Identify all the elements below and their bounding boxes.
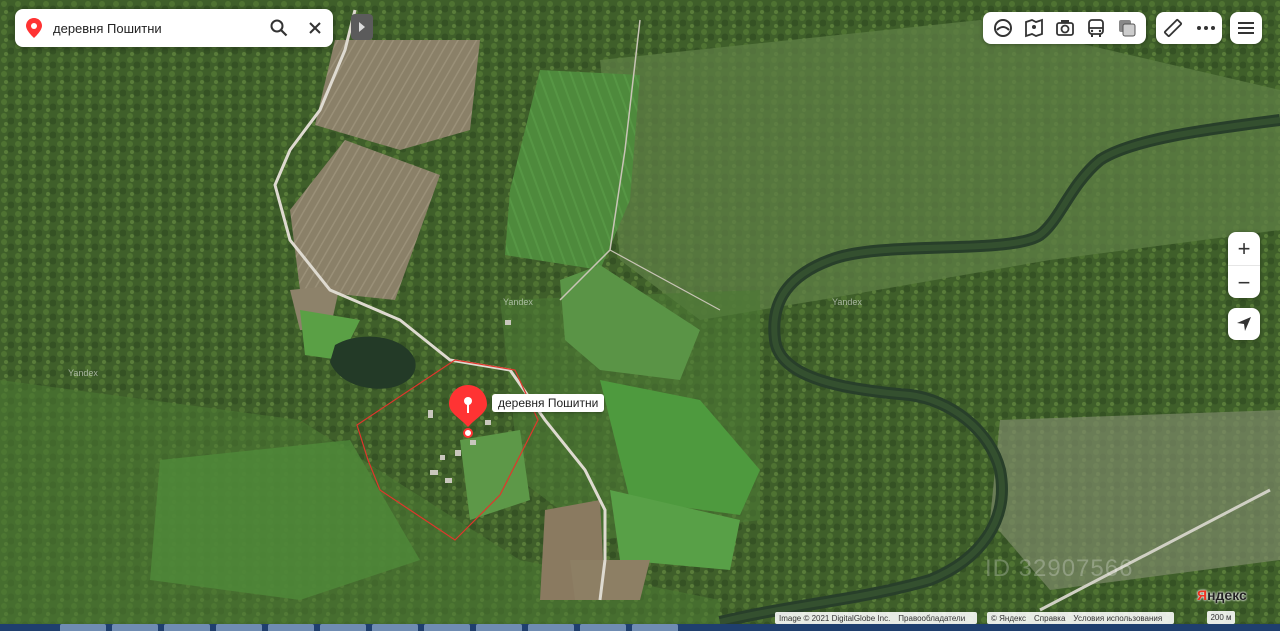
layers-button[interactable]: [990, 15, 1016, 41]
panorama-icon: [1024, 18, 1043, 38]
yandex-logo[interactable]: Яндекс: [1197, 587, 1247, 603]
taskbar-item[interactable]: [580, 624, 626, 631]
zoom-in-button[interactable]: +: [1228, 232, 1260, 265]
panorama-button[interactable]: [1021, 15, 1047, 41]
more-icon: [1196, 26, 1215, 30]
ruler-icon: [1163, 19, 1182, 37]
main-menu-button[interactable]: [1230, 12, 1262, 44]
traffic-button[interactable]: [1114, 15, 1140, 41]
taskbar-item[interactable]: [476, 624, 522, 631]
rights-holders-link[interactable]: Правообладатели: [898, 614, 965, 623]
map-watermark: Yandex: [68, 368, 98, 378]
search-input[interactable]: деревня Пошитни: [53, 21, 261, 36]
place-marker-icon[interactable]: [449, 385, 487, 439]
photo-icon: [1055, 20, 1074, 36]
close-icon: [309, 22, 321, 34]
help-link[interactable]: Справка: [1034, 614, 1065, 623]
ruler-button[interactable]: [1160, 15, 1186, 41]
more-button[interactable]: [1193, 15, 1219, 41]
layers-icon: [993, 19, 1012, 37]
search-bar: деревня Пошитни: [15, 9, 333, 47]
taskbar-item[interactable]: [268, 624, 314, 631]
traffic-icon: [1118, 20, 1135, 37]
listing-id-watermark: ID 32907566: [985, 555, 1134, 582]
os-taskbar: [0, 624, 1280, 631]
taskbar-item[interactable]: [112, 624, 158, 631]
taskbar-item[interactable]: [164, 624, 210, 631]
terms-link[interactable]: Условия использования: [1073, 614, 1162, 623]
taskbar-item[interactable]: [60, 624, 106, 631]
satellite-map[interactable]: [0, 0, 1280, 631]
taskbar-item[interactable]: [632, 624, 678, 631]
scale-bar[interactable]: 200 м: [1207, 611, 1235, 624]
tools-toolbar: [1156, 12, 1222, 44]
map-attribution: © Яндекс Справка Условия использования: [987, 612, 1175, 624]
transport-icon: [1087, 19, 1104, 37]
hamburger-menu-icon: [1238, 22, 1254, 34]
taskbar-item[interactable]: [372, 624, 418, 631]
place-label[interactable]: деревня Пошитни: [492, 394, 605, 412]
imagery-attribution: Image © 2021 DigitalGlobe Inc. Правообла…: [775, 612, 978, 624]
search-icon: [270, 19, 288, 37]
taskbar-item[interactable]: [528, 624, 574, 631]
transport-button[interactable]: [1083, 15, 1109, 41]
map-layers-toolbar: [983, 12, 1146, 44]
location-pin-icon: [15, 18, 53, 38]
map-watermark: Yandex: [832, 297, 862, 307]
zoom-control: + −: [1228, 232, 1260, 298]
zoom-out-button[interactable]: −: [1228, 265, 1260, 299]
clear-search-button[interactable]: [297, 9, 333, 47]
imagery-copyright: Image © 2021 DigitalGlobe Inc.: [779, 613, 891, 623]
taskbar-item[interactable]: [320, 624, 366, 631]
map-watermark: Yandex: [503, 297, 533, 307]
taskbar-item[interactable]: [424, 624, 470, 631]
yandex-copyright[interactable]: © Яндекс: [991, 614, 1026, 623]
taskbar-item[interactable]: [216, 624, 262, 631]
chevron-right-icon: [359, 22, 365, 32]
photo-button[interactable]: [1052, 15, 1078, 41]
collapse-sidebar-button[interactable]: [351, 14, 373, 40]
navigation-arrow-icon: [1237, 317, 1251, 331]
my-location-button[interactable]: [1228, 308, 1260, 340]
search-button[interactable]: [261, 9, 297, 47]
